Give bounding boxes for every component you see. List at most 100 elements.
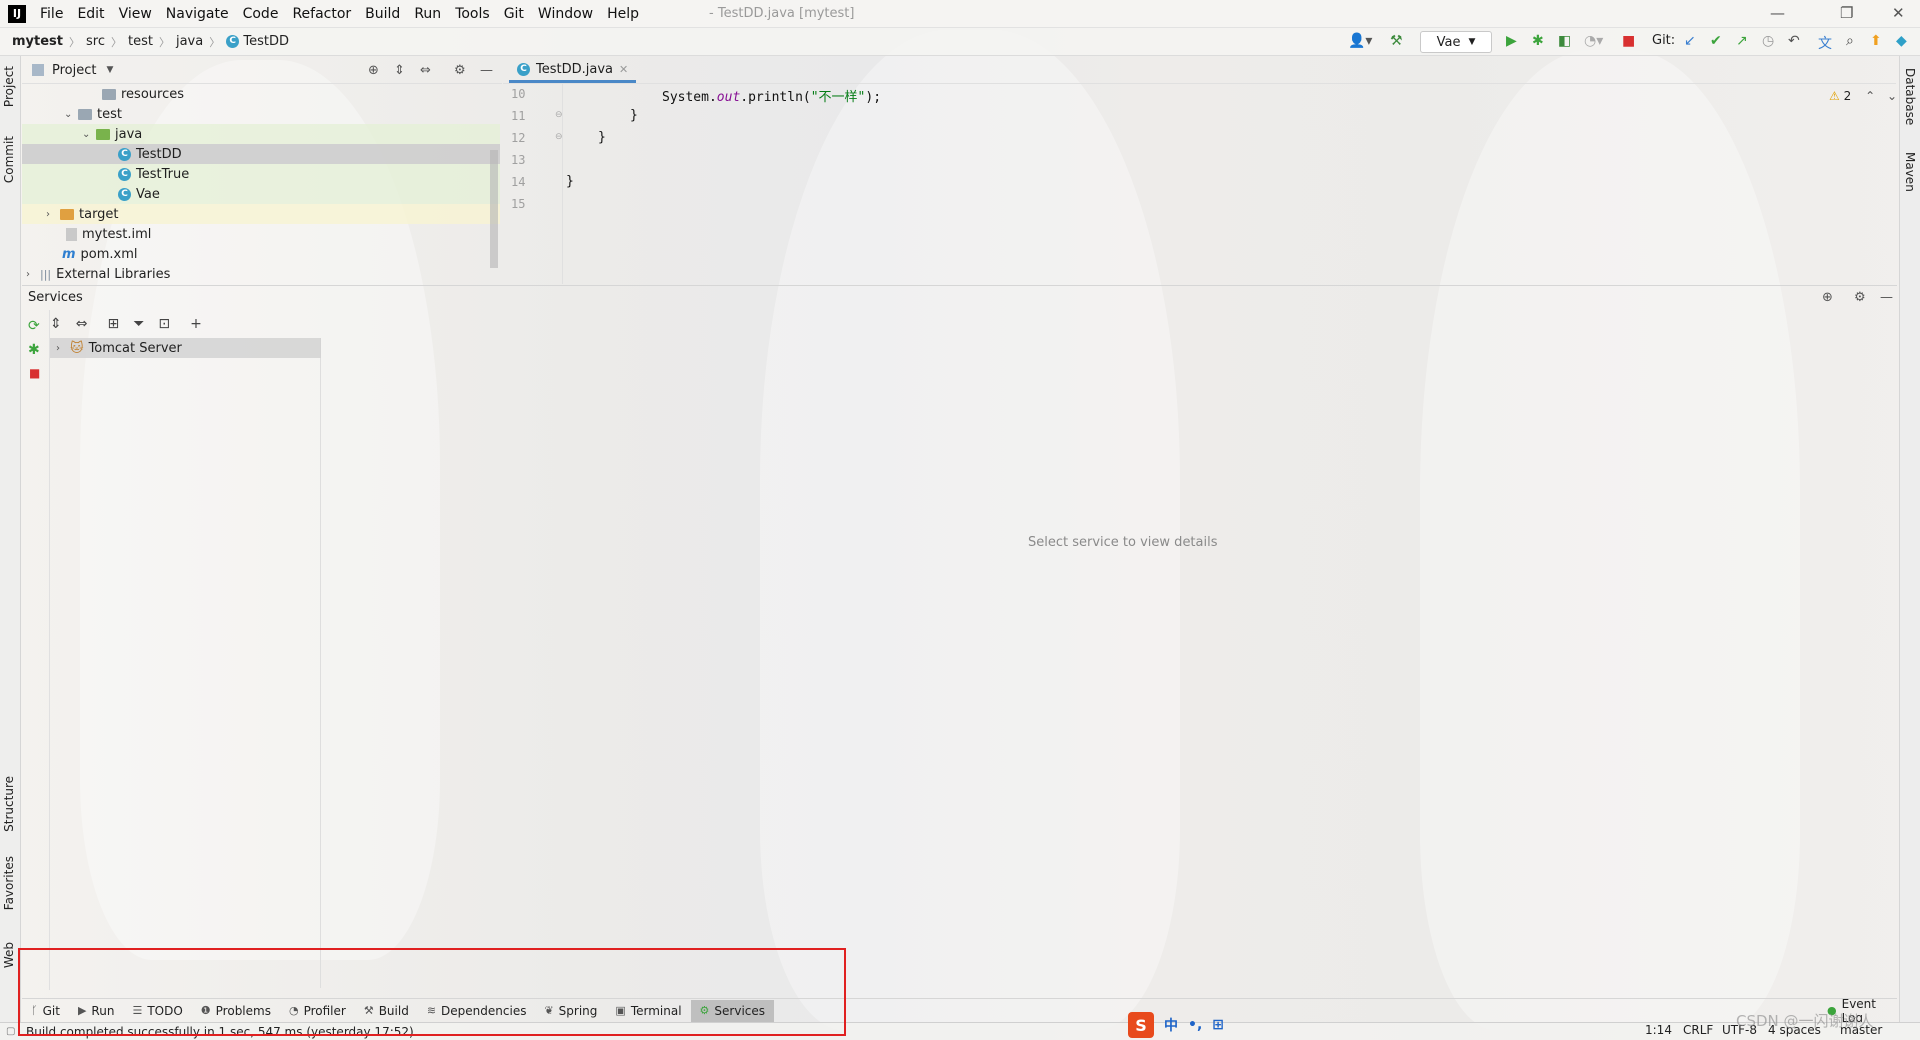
gear-icon[interactable]: ⚙ (454, 63, 466, 78)
search-icon[interactable]: ⌕ (1846, 33, 1854, 49)
chevron-down-icon[interactable]: ⌄ (82, 129, 96, 140)
stop-icon[interactable]: ■ (1622, 33, 1635, 49)
tree-item-java[interactable]: ⌄ java (22, 124, 500, 144)
highlight-annotation-box (18, 948, 846, 1036)
previous-highlight-icon[interactable]: ⌃ (1865, 89, 1875, 103)
line-separator[interactable]: CRLF (1683, 1023, 1713, 1037)
chevron-right-icon[interactable]: › (26, 269, 40, 280)
breadcrumb-src[interactable]: src (86, 34, 105, 49)
close-icon[interactable]: ✕ (1892, 4, 1905, 22)
warning-indicator[interactable]: ⚠ 2 ⌃ ⌄ (1829, 89, 1897, 103)
tool-commit-stripe[interactable]: Commit (2, 136, 16, 183)
git-push-icon[interactable]: ↗ (1736, 33, 1748, 49)
hide-icon[interactable]: — (1880, 290, 1893, 305)
tab-testdd-java[interactable]: C TestDD.java ✕ (509, 59, 637, 83)
user-icon[interactable]: 👤▾ (1348, 33, 1372, 49)
menu-run[interactable]: Run (414, 6, 441, 22)
locate-icon[interactable]: ⊕ (368, 63, 379, 78)
tool-favorites-stripe[interactable]: Favorites (2, 856, 16, 910)
ime-punctuation[interactable]: •, (1188, 1017, 1202, 1033)
fold-icon[interactable]: ⊖ (555, 132, 563, 142)
ime-grid-icon[interactable]: ⊞ (1212, 1017, 1224, 1033)
menu-tools[interactable]: Tools (455, 6, 490, 22)
menu-build[interactable]: Build (365, 6, 400, 22)
new-tab-icon[interactable]: ⊡ (158, 316, 170, 332)
tool-database-stripe[interactable]: Database (1903, 68, 1917, 125)
git-update-icon[interactable]: ↙ (1684, 33, 1696, 49)
chevron-down-icon[interactable]: ▼ (106, 65, 113, 75)
git-rollback-icon[interactable]: ↶ (1788, 33, 1800, 49)
project-panel-title[interactable]: Project (52, 63, 96, 78)
menu-help[interactable]: Help (607, 6, 639, 22)
gear-icon[interactable]: ⚙ (1854, 290, 1866, 305)
expand-all-icon[interactable]: ⇕ (50, 316, 62, 332)
plugin-icon[interactable]: ◆ (1896, 33, 1907, 49)
menu-view[interactable]: View (119, 6, 152, 22)
breadcrumb-separator-icon: 〉 (209, 35, 221, 49)
breadcrumb-project[interactable]: mytest (12, 34, 63, 49)
breadcrumb-class[interactable]: C TestDD (226, 34, 289, 49)
menu-code[interactable]: Code (243, 6, 279, 22)
tree-item-testtrue[interactable]: C TestTrue (22, 164, 500, 184)
git-history-icon[interactable]: ◷ (1762, 33, 1774, 49)
debug-icon[interactable]: ✱ (28, 342, 40, 358)
translate-icon[interactable]: 文 (1818, 33, 1832, 53)
restore-icon[interactable]: ❐ (1840, 4, 1853, 22)
filter-icon[interactable]: ⏷ (133, 316, 144, 332)
tree-item-resources[interactable]: resources (22, 84, 500, 104)
sogou-ime-icon[interactable]: S (1128, 1012, 1154, 1038)
debug-icon[interactable]: ✱ (1532, 33, 1544, 49)
tree-item-vae[interactable]: C Vae (22, 184, 500, 204)
chevron-right-icon[interactable]: › (56, 343, 70, 354)
tree-item-external-libraries[interactable]: › ||| External Libraries (22, 264, 500, 284)
service-item-tomcat[interactable]: › 🐱 Tomcat Server (50, 338, 321, 358)
build-hammer-icon[interactable]: ⚒ (1390, 33, 1403, 49)
tool-structure-stripe[interactable]: Structure (2, 776, 16, 832)
code-line-12[interactable]: } (598, 130, 606, 145)
project-scrollbar[interactable] (490, 150, 498, 268)
code-line-10[interactable]: System.out.println("不一样"); (662, 86, 881, 105)
group-by-icon[interactable]: ⊞ (107, 316, 119, 332)
tree-item-pom[interactable]: m pom.xml (22, 244, 500, 264)
rerun-icon[interactable]: ⟳ (28, 318, 40, 334)
tree-item-mytest-iml[interactable]: mytest.iml (22, 224, 500, 244)
status-panel-toggle-icon[interactable]: ▢ (6, 1026, 15, 1037)
menu-edit[interactable]: Edit (77, 6, 104, 22)
chevron-right-icon[interactable]: › (46, 209, 60, 220)
code-line-14[interactable]: } (566, 174, 574, 189)
collapse-all-icon[interactable]: ⇔ (76, 316, 88, 332)
git-commit-icon[interactable]: ✔ (1710, 33, 1722, 49)
caret-position[interactable]: 1:14 (1645, 1023, 1672, 1037)
tool-maven-stripe[interactable]: Maven (1903, 152, 1917, 192)
locate-icon[interactable]: ⊕ (1822, 290, 1833, 305)
close-tab-icon[interactable]: ✕ (619, 63, 628, 76)
minimize-icon[interactable]: — (1770, 4, 1785, 22)
menu-refactor[interactable]: Refactor (292, 6, 351, 22)
fold-icon[interactable]: ⊖ (555, 110, 563, 120)
expand-all-icon[interactable]: ⇕ (394, 63, 405, 78)
update-icon[interactable]: ⬆ (1870, 33, 1882, 49)
menu-git[interactable]: Git (504, 6, 524, 22)
profile-icon[interactable]: ◔▾ (1584, 33, 1603, 49)
next-highlight-icon[interactable]: ⌄ (1887, 89, 1897, 103)
add-service-icon[interactable]: + (190, 316, 202, 332)
tree-item-testdd[interactable]: C TestDD (22, 144, 500, 164)
breadcrumb-java[interactable]: java (176, 34, 203, 49)
tool-web-stripe[interactable]: Web (2, 942, 16, 968)
menu-file[interactable]: File (40, 6, 63, 22)
breadcrumb-test[interactable]: test (128, 34, 153, 49)
hide-icon[interactable]: — (480, 63, 493, 78)
coverage-icon[interactable]: ◧ (1558, 33, 1571, 49)
stop-icon[interactable]: ■ (29, 366, 40, 380)
tree-item-target[interactable]: › target (22, 204, 500, 224)
menu-navigate[interactable]: Navigate (166, 6, 229, 22)
run-configuration-select[interactable]: Vae ▼ (1420, 31, 1492, 53)
code-line-11[interactable]: } (630, 108, 638, 123)
menu-window[interactable]: Window (538, 6, 593, 22)
chevron-down-icon[interactable]: ⌄ (64, 109, 78, 120)
ime-chinese-mode[interactable]: 中 (1164, 1015, 1178, 1035)
tree-item-test[interactable]: ⌄ test (22, 104, 500, 124)
collapse-all-icon[interactable]: ⇔ (420, 63, 431, 78)
tool-project-stripe[interactable]: Project (2, 66, 16, 107)
run-icon[interactable]: ▶ (1506, 33, 1517, 49)
